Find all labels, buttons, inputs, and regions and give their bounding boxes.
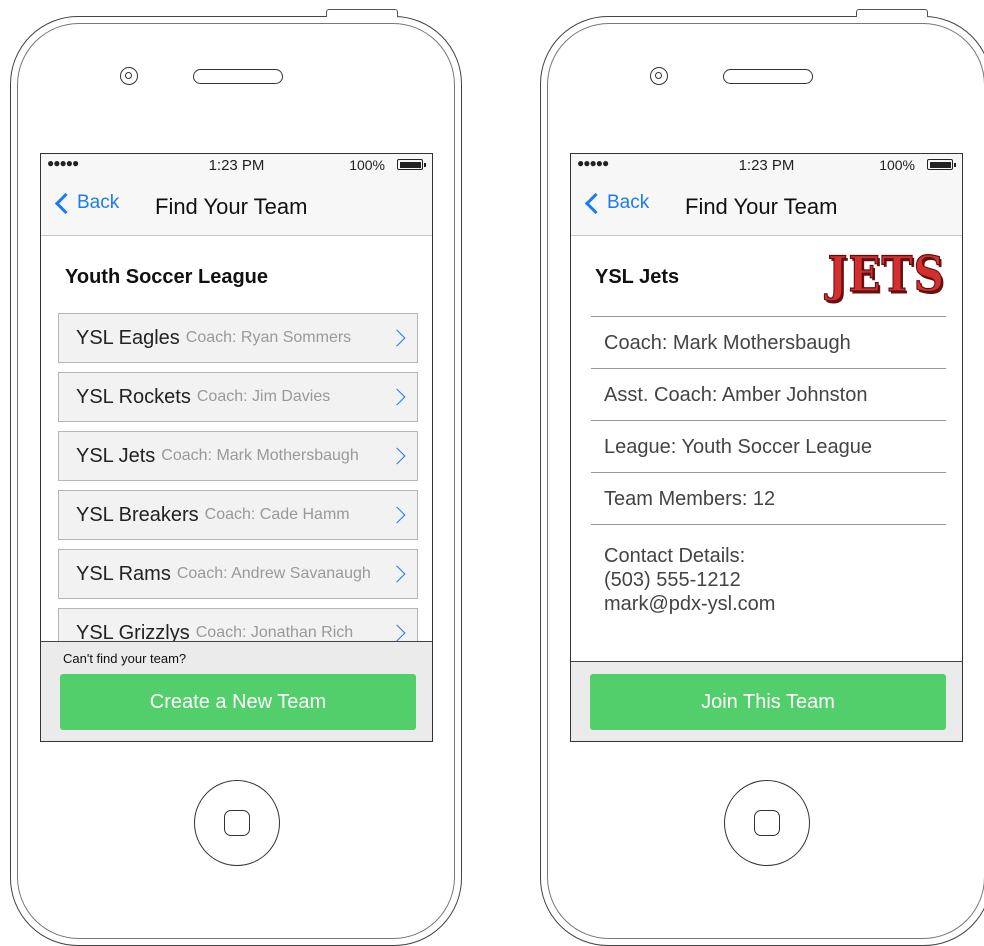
back-button[interactable]: Back [583, 192, 649, 214]
team-name: YSL Eagles [76, 326, 180, 349]
league-detail: League: Youth Soccer League [604, 436, 873, 458]
page-title: Find Your Team [685, 194, 838, 219]
team-name: YSL Breakers [76, 503, 199, 526]
team-coach: Coach: Mark Mothersbaugh [161, 447, 359, 464]
chevron-right-icon [388, 388, 406, 406]
back-label: Back [607, 192, 650, 213]
status-bar: ●●●●● 1:23 PM 100% [571, 154, 962, 176]
back-button[interactable]: Back [53, 192, 119, 214]
power-button [326, 9, 398, 17]
contact-phone[interactable]: (503) 555-1212 [604, 568, 775, 592]
cant-find-label: Can't find your team? [63, 651, 187, 666]
chevron-left-icon [54, 192, 77, 214]
coach-detail: Coach: Mark Mothersbaugh [604, 332, 851, 354]
team-logo: JETS [827, 246, 945, 303]
battery-icon [927, 159, 956, 170]
team-coach: Coach: Ryan Sommers [185, 329, 352, 346]
team-coach: Coach: Jim Davies [196, 388, 331, 405]
chevron-right-icon [388, 624, 406, 642]
divider [591, 420, 946, 421]
chevron-right-icon [388, 506, 406, 524]
divider [591, 472, 946, 473]
divider [591, 316, 946, 317]
members-detail: Team Members: 12 [604, 488, 776, 510]
chevron-right-icon [388, 565, 406, 583]
footer-bar: Can't find your team? Create a New Team [41, 641, 432, 741]
power-button [856, 9, 928, 17]
team-row[interactable]: YSL Eagles Coach: Ryan Sommers [58, 313, 418, 363]
home-button[interactable] [194, 780, 280, 866]
page-title: Find Your Team [155, 194, 308, 219]
chevron-left-icon [584, 192, 607, 214]
asst-coach-detail: Asst. Coach: Amber Johnston [604, 384, 868, 406]
divider [591, 368, 946, 369]
footer-bar: Join This Team [571, 661, 962, 741]
contact-details: Contact Details: (503) 555-1212 mark@pdx… [604, 544, 775, 616]
create-team-button[interactable]: Create a New Team [60, 674, 416, 730]
team-coach: Coach: Jonathan Rich [195, 624, 354, 641]
team-list: YSL Eagles Coach: Ryan Sommers YSL Rocke… [58, 313, 418, 667]
top-bar: ●●●●● 1:23 PM 100% Back Find Your Team [571, 154, 962, 236]
speaker-grille [723, 69, 813, 84]
team-coach: Coach: Andrew Savanaugh [176, 565, 371, 582]
join-team-button[interactable]: Join This Team [590, 674, 946, 730]
back-label: Back [77, 192, 120, 213]
team-row[interactable]: YSL Breakers Coach: Cade Hamm [58, 490, 418, 540]
chevron-right-icon [388, 447, 406, 465]
home-button[interactable] [724, 780, 810, 866]
team-name-heading: YSL Jets [595, 266, 680, 288]
team-name: YSL Rams [76, 562, 171, 585]
speaker-grille [193, 69, 283, 84]
chevron-right-icon [388, 329, 406, 347]
camera-icon [650, 67, 668, 85]
list-screen: ●●●●● 1:23 PM 100% Back Find Your Team Y… [40, 153, 433, 742]
top-bar: ●●●●● 1:23 PM 100% Back Find Your Team [41, 154, 432, 236]
battery-icon [397, 159, 426, 170]
section-title: Youth Soccer League [65, 266, 269, 288]
contact-label: Contact Details: [604, 545, 746, 567]
camera-icon [120, 67, 138, 85]
battery-percent: 100% [349, 157, 385, 173]
status-bar: ●●●●● 1:23 PM 100% [41, 154, 432, 176]
team-row[interactable]: YSL Rams Coach: Andrew Savanaugh [58, 549, 418, 599]
team-name: YSL Rockets [76, 385, 191, 408]
team-row[interactable]: YSL Jets Coach: Mark Mothersbaugh [58, 431, 418, 481]
team-name: YSL Jets [76, 444, 156, 467]
divider [591, 524, 946, 525]
detail-screen: ●●●●● 1:23 PM 100% Back Find Your Team Y… [570, 153, 963, 742]
contact-email[interactable]: mark@pdx-ysl.com [604, 592, 775, 616]
battery-percent: 100% [879, 157, 915, 173]
team-row[interactable]: YSL Rockets Coach: Jim Davies [58, 372, 418, 422]
team-coach: Coach: Cade Hamm [204, 506, 350, 523]
